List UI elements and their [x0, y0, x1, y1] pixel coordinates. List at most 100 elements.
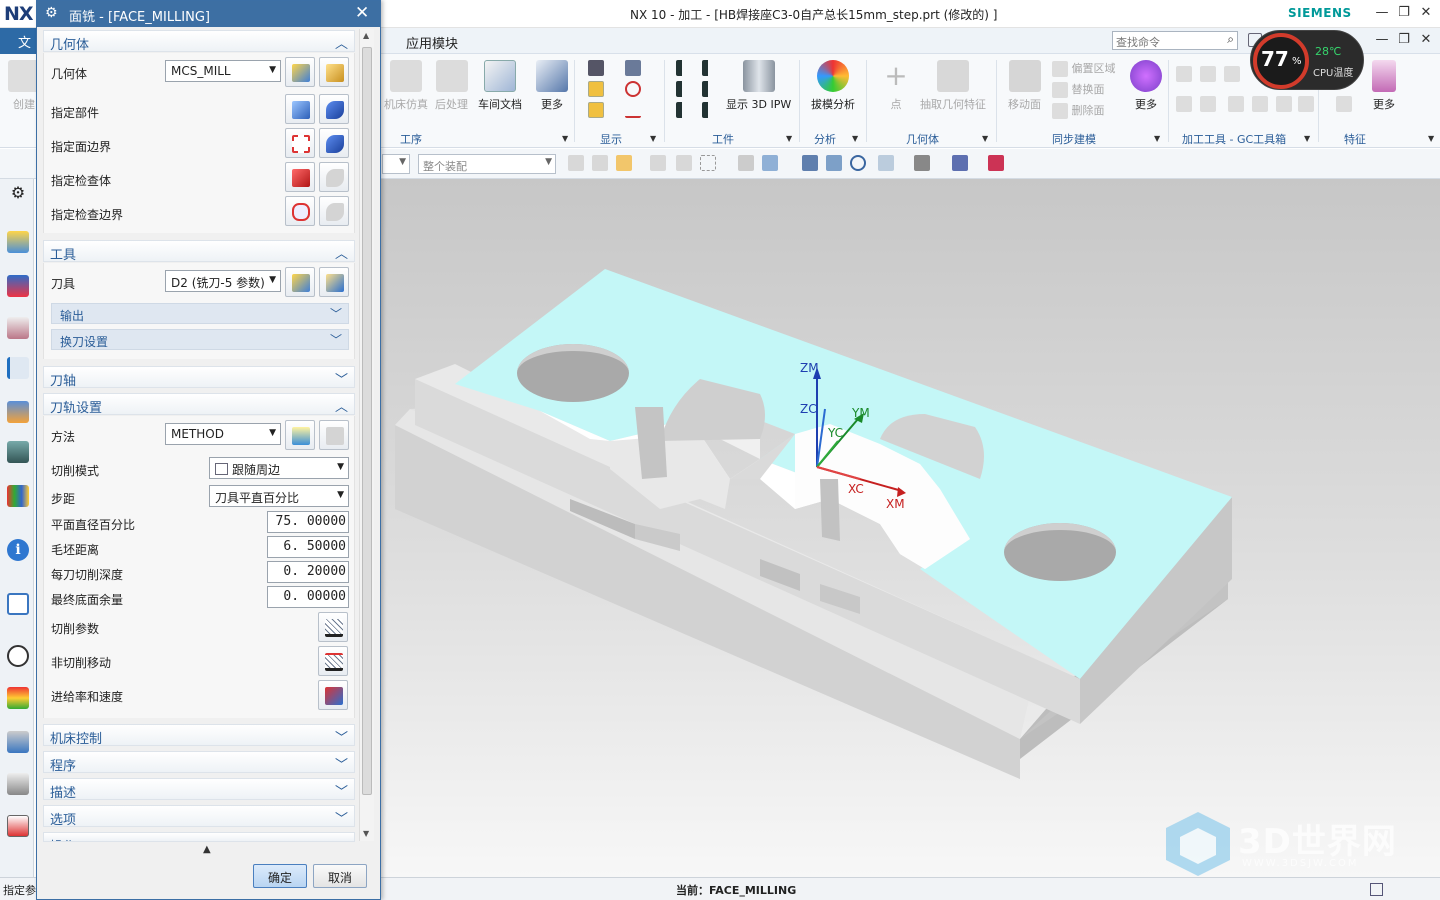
gc-tool-icon-5[interactable]	[1200, 96, 1216, 112]
part-navigator-icon[interactable]	[7, 441, 29, 463]
display-layer-icon[interactable]	[588, 81, 604, 97]
minimize-button[interactable]: —	[1372, 4, 1392, 22]
system-materials-icon[interactable]	[7, 815, 29, 837]
assembly-navigator-icon[interactable]	[7, 401, 29, 423]
display-tool-icon[interactable]	[588, 60, 604, 76]
post-process-button[interactable]: 后处理	[435, 60, 468, 112]
dialog-title-bar[interactable]: ⚙ 面铣 - [FACE_MILLING] ✕	[37, 1, 380, 27]
snap-icon-3[interactable]	[616, 155, 632, 171]
dialog-scrollbar[interactable]: ▲ ▼	[359, 29, 374, 841]
offset-region-button[interactable]: 偏置区域	[1052, 60, 1116, 77]
visualization-icon[interactable]	[7, 687, 29, 709]
method-dropdown[interactable]: METHOD ▼	[165, 423, 281, 445]
point-button[interactable]: + 点	[880, 60, 912, 112]
render-style-icon[interactable]	[914, 155, 930, 171]
fit-view-icon[interactable]	[1370, 883, 1383, 896]
select-part-button[interactable]	[285, 94, 315, 124]
doc-minimize-button[interactable]: —	[1372, 31, 1392, 49]
view-icon-1[interactable]	[802, 155, 818, 171]
doc-restore-button[interactable]: ❐	[1394, 31, 1414, 49]
edit-geometry-button[interactable]	[319, 57, 349, 87]
dialog-gear-icon[interactable]: ⚙	[45, 5, 58, 21]
section-machine-control[interactable]: 机床控制 ﹀	[43, 724, 355, 747]
scroll-up-icon[interactable]: ▲	[363, 31, 369, 40]
workpiece-icon-1[interactable]	[676, 60, 692, 76]
display-layer2-icon[interactable]	[588, 102, 604, 118]
assembly-filter-dropdown[interactable]: 整个装配 ▼	[418, 154, 556, 174]
section-program[interactable]: 程序 ﹀	[43, 751, 355, 774]
section-geometry[interactable]: 几何体 ︿	[43, 30, 355, 53]
feeds-speeds-button[interactable]	[318, 680, 348, 710]
file-menu-tab[interactable]: 文件	[0, 28, 40, 70]
gc-tool-icon-2[interactable]	[1200, 66, 1216, 82]
final-floor-stock-input[interactable]: 0. 00000	[267, 586, 349, 608]
stepover-dropdown[interactable]: 刀具平直百分比 ▼	[209, 485, 349, 507]
rotate-icon[interactable]	[850, 155, 866, 171]
extract-geometry-button[interactable]: 抽取几何特征	[920, 60, 986, 112]
graphics-window[interactable]: ZM ZC YM YC XC XM	[380, 179, 1440, 877]
expand-more-icon[interactable]: ▲	[203, 844, 211, 855]
gc-tool-icon-8[interactable]	[1276, 96, 1292, 112]
move-face-button[interactable]: 移动面	[1008, 60, 1041, 112]
gc-tool-icon-9[interactable]	[1298, 96, 1314, 112]
process-studio-icon[interactable]	[7, 731, 29, 753]
geometry-view-icon[interactable]	[7, 317, 29, 339]
flat-diameter-input[interactable]: 75. 00000	[267, 511, 349, 533]
cut-pattern-dropdown[interactable]: 跟随周边 ▼	[209, 457, 349, 479]
type-filter-dropdown[interactable]: ▼	[382, 154, 410, 174]
delete-face-button[interactable]: 删除面	[1052, 102, 1105, 119]
show-part-button[interactable]	[319, 94, 349, 124]
tool-dropdown[interactable]: D2 (铣刀-5 参数) ▼	[165, 270, 281, 292]
snap-icon-6[interactable]	[738, 155, 754, 171]
more-ops-button[interactable]: 更多	[536, 60, 568, 112]
shop-doc-button[interactable]: 车间文档	[478, 60, 522, 112]
restore-button[interactable]: ❐	[1394, 4, 1414, 22]
draft-analysis-button[interactable]: 拔模分析	[811, 60, 855, 112]
display-path-icon[interactable]	[625, 60, 641, 76]
scroll-thumb[interactable]	[362, 47, 372, 795]
non-cutting-moves-button[interactable]	[318, 646, 348, 676]
web-browser-icon[interactable]	[7, 593, 29, 615]
orient-icon[interactable]	[952, 155, 968, 171]
show-check-body-button[interactable]	[319, 162, 349, 192]
snap-icon-7[interactable]	[762, 155, 778, 171]
settings-gear-icon[interactable]: ⚙	[7, 183, 29, 205]
snap-icon-4[interactable]	[650, 155, 666, 171]
ok-button[interactable]: 确定	[253, 864, 307, 888]
new-tool-button[interactable]	[285, 267, 315, 297]
cancel-button[interactable]: 取消	[313, 864, 367, 888]
new-geometry-button[interactable]	[285, 57, 315, 87]
box-select-icon[interactable]	[700, 155, 716, 171]
method-view-icon[interactable]	[7, 357, 29, 379]
select-check-body-button[interactable]	[285, 162, 315, 192]
section-path-settings[interactable]: 刀轨设置 ︿	[43, 393, 355, 416]
snap-icon-2[interactable]	[592, 155, 608, 171]
view-icon-3[interactable]	[878, 155, 894, 171]
blank-distance-input[interactable]: 6. 50000	[267, 536, 349, 558]
section-description[interactable]: 描述 ﹀	[43, 778, 355, 801]
subsection-tool-change[interactable]: 换刀设置 ﹀	[51, 329, 349, 350]
search-icon[interactable]: ⌕	[1227, 32, 1234, 47]
gc-tool-icon-3[interactable]	[1224, 66, 1240, 82]
feature-icon[interactable]	[1336, 96, 1352, 112]
workpiece-icon-4[interactable]	[702, 81, 718, 97]
more-features-button[interactable]: 更多	[1372, 60, 1396, 112]
cutting-params-button[interactable]	[318, 612, 348, 642]
close-window-button[interactable]: ✕	[1416, 4, 1436, 22]
machine-sim-button[interactable]: 机床仿真	[384, 60, 428, 112]
section-actions[interactable]: 操作︿	[43, 832, 355, 842]
new-method-button[interactable]	[285, 420, 315, 450]
robot-icon[interactable]	[7, 773, 29, 795]
gc-tool-icon-1[interactable]	[1176, 66, 1192, 82]
display-curve-icon[interactable]	[625, 102, 641, 118]
show-face-boundary-button[interactable]	[319, 128, 349, 158]
history-clock-icon[interactable]	[7, 645, 29, 667]
section-options[interactable]: 选项 ﹀	[43, 805, 355, 828]
select-face-boundary-button[interactable]	[285, 128, 315, 158]
edit-method-button[interactable]	[319, 420, 349, 450]
display-point-icon[interactable]	[625, 81, 641, 97]
gc-tool-icon-7[interactable]	[1252, 96, 1268, 112]
edit-tool-button[interactable]	[319, 267, 349, 297]
gc-tool-icon-4[interactable]	[1176, 96, 1192, 112]
replace-face-button[interactable]: 替换面	[1052, 81, 1105, 98]
